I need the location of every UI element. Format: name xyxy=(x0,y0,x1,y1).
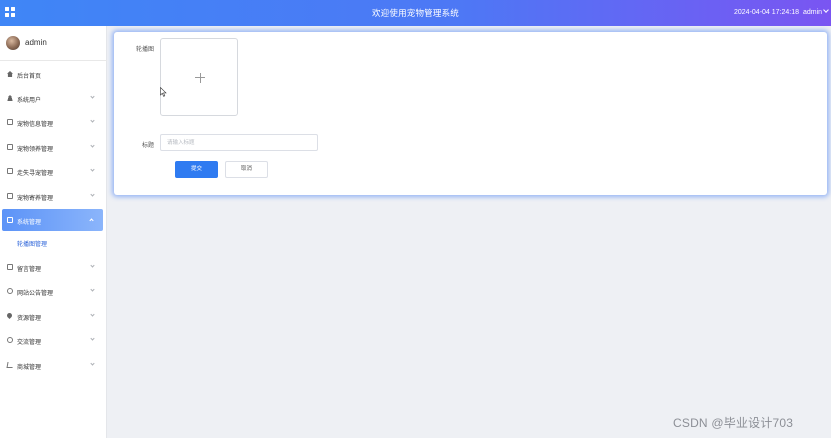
document-icon xyxy=(7,144,13,150)
chevron-down-icon xyxy=(90,167,95,172)
user-menu-label: admin xyxy=(803,9,823,16)
main-content: 轮播图 标题 提交 取消 xyxy=(107,26,831,438)
sidebar-item-label: 留言管理 xyxy=(17,266,42,273)
chevron-down-icon xyxy=(90,143,95,148)
sidebar-item-shop[interactable]: 商城管理 xyxy=(0,354,104,376)
carousel-form-card: 轮播图 标题 提交 取消 xyxy=(114,32,827,195)
sidebar-item-label: 轮播图管理 xyxy=(17,242,48,248)
title-input[interactable] xyxy=(160,134,318,151)
sidebar-item-announcements[interactable]: 网站公告管理 xyxy=(0,280,104,302)
sidebar-item-pet-boarding[interactable]: 宠物寄养管理 xyxy=(0,185,104,207)
submit-button[interactable]: 提交 xyxy=(175,161,218,178)
chevron-down-icon xyxy=(823,7,829,13)
chevron-down-icon xyxy=(90,192,95,197)
top-header: 欢迎使用宠物管理系统 2024-04-04 17:24:18 admin xyxy=(0,0,831,26)
image-icon xyxy=(7,217,13,223)
chevron-down-icon xyxy=(90,361,95,366)
sidebar-item-label: 系统用户 xyxy=(17,97,42,104)
sidebar-item-label: 走失寻宠管理 xyxy=(17,170,54,177)
home-icon xyxy=(7,71,13,77)
location-icon xyxy=(5,311,14,320)
avatar xyxy=(6,36,20,50)
sidebar-profile: admin xyxy=(0,26,107,61)
sidebar-item-label: 网站公告管理 xyxy=(17,290,54,297)
sidebar-item-label: 宠物领养管理 xyxy=(17,146,54,153)
sidebar-item-label: 交流管理 xyxy=(17,339,42,346)
sidebar-item-pet-adoption[interactable]: 宠物领养管理 xyxy=(0,136,104,158)
image-icon xyxy=(7,264,13,270)
sidebar-item-messages[interactable]: 留言管理 xyxy=(0,256,104,278)
chat-icon xyxy=(7,337,13,343)
sidebar-subitem-carousel[interactable]: 轮播图管理 xyxy=(0,233,104,253)
info-icon xyxy=(7,288,13,294)
sidebar-item-system-users[interactable]: 系统用户 xyxy=(0,87,104,109)
document-icon xyxy=(7,193,13,199)
cancel-button[interactable]: 取消 xyxy=(225,161,268,178)
chevron-up-icon xyxy=(89,218,94,223)
mouse-cursor-icon xyxy=(160,87,167,97)
document-icon xyxy=(7,119,13,125)
plus-icon-vertical xyxy=(199,72,201,83)
profile-name: admin xyxy=(25,38,47,47)
app-title: 欢迎使用宠物管理系统 xyxy=(371,8,459,18)
chevron-down-icon xyxy=(90,287,95,292)
sidebar-item-system-management[interactable]: 系统管理 xyxy=(2,209,103,231)
user-icon xyxy=(7,95,13,101)
chevron-down-icon xyxy=(90,312,95,317)
chevron-down-icon xyxy=(90,94,95,99)
chevron-down-icon xyxy=(90,336,95,341)
sidebar-item-lost-pets[interactable]: 走失寻宠管理 xyxy=(0,160,104,182)
sidebar-item-resources[interactable]: 资源管理 xyxy=(0,305,104,327)
watermark-text: CSDN @毕业设计703 xyxy=(673,416,794,430)
sidebar-item-pet-info[interactable]: 宠物信息管理 xyxy=(0,111,104,133)
sidebar-item-label: 宠物信息管理 xyxy=(17,121,54,128)
document-icon xyxy=(7,168,13,174)
title-label: 标题 xyxy=(141,143,154,149)
sidebar-item-label: 宠物寄养管理 xyxy=(17,195,54,202)
datetime-display: 2024-04-04 17:24:18 xyxy=(734,9,799,16)
chevron-down-icon xyxy=(90,118,95,123)
sidebar-item-dashboard[interactable]: 后台首页 xyxy=(0,63,104,85)
sidebar: admin 后台首页 系统用户 宠物信息管理 宠物领养管理 走失寻宠管理 宠物寄… xyxy=(0,26,107,438)
sidebar-item-label: 商城管理 xyxy=(17,364,42,371)
cart-icon xyxy=(6,362,14,368)
sidebar-item-exchange[interactable]: 交流管理 xyxy=(0,329,104,351)
chevron-down-icon xyxy=(90,263,95,268)
sidebar-item-label: 系统管理 xyxy=(17,219,42,226)
image-upload-box[interactable] xyxy=(160,38,238,116)
sidebar-item-label: 后台首页 xyxy=(17,73,42,80)
carousel-image-label: 轮播图 xyxy=(135,47,154,53)
sidebar-item-label: 资源管理 xyxy=(17,315,42,322)
user-menu[interactable]: admin xyxy=(803,7,829,16)
